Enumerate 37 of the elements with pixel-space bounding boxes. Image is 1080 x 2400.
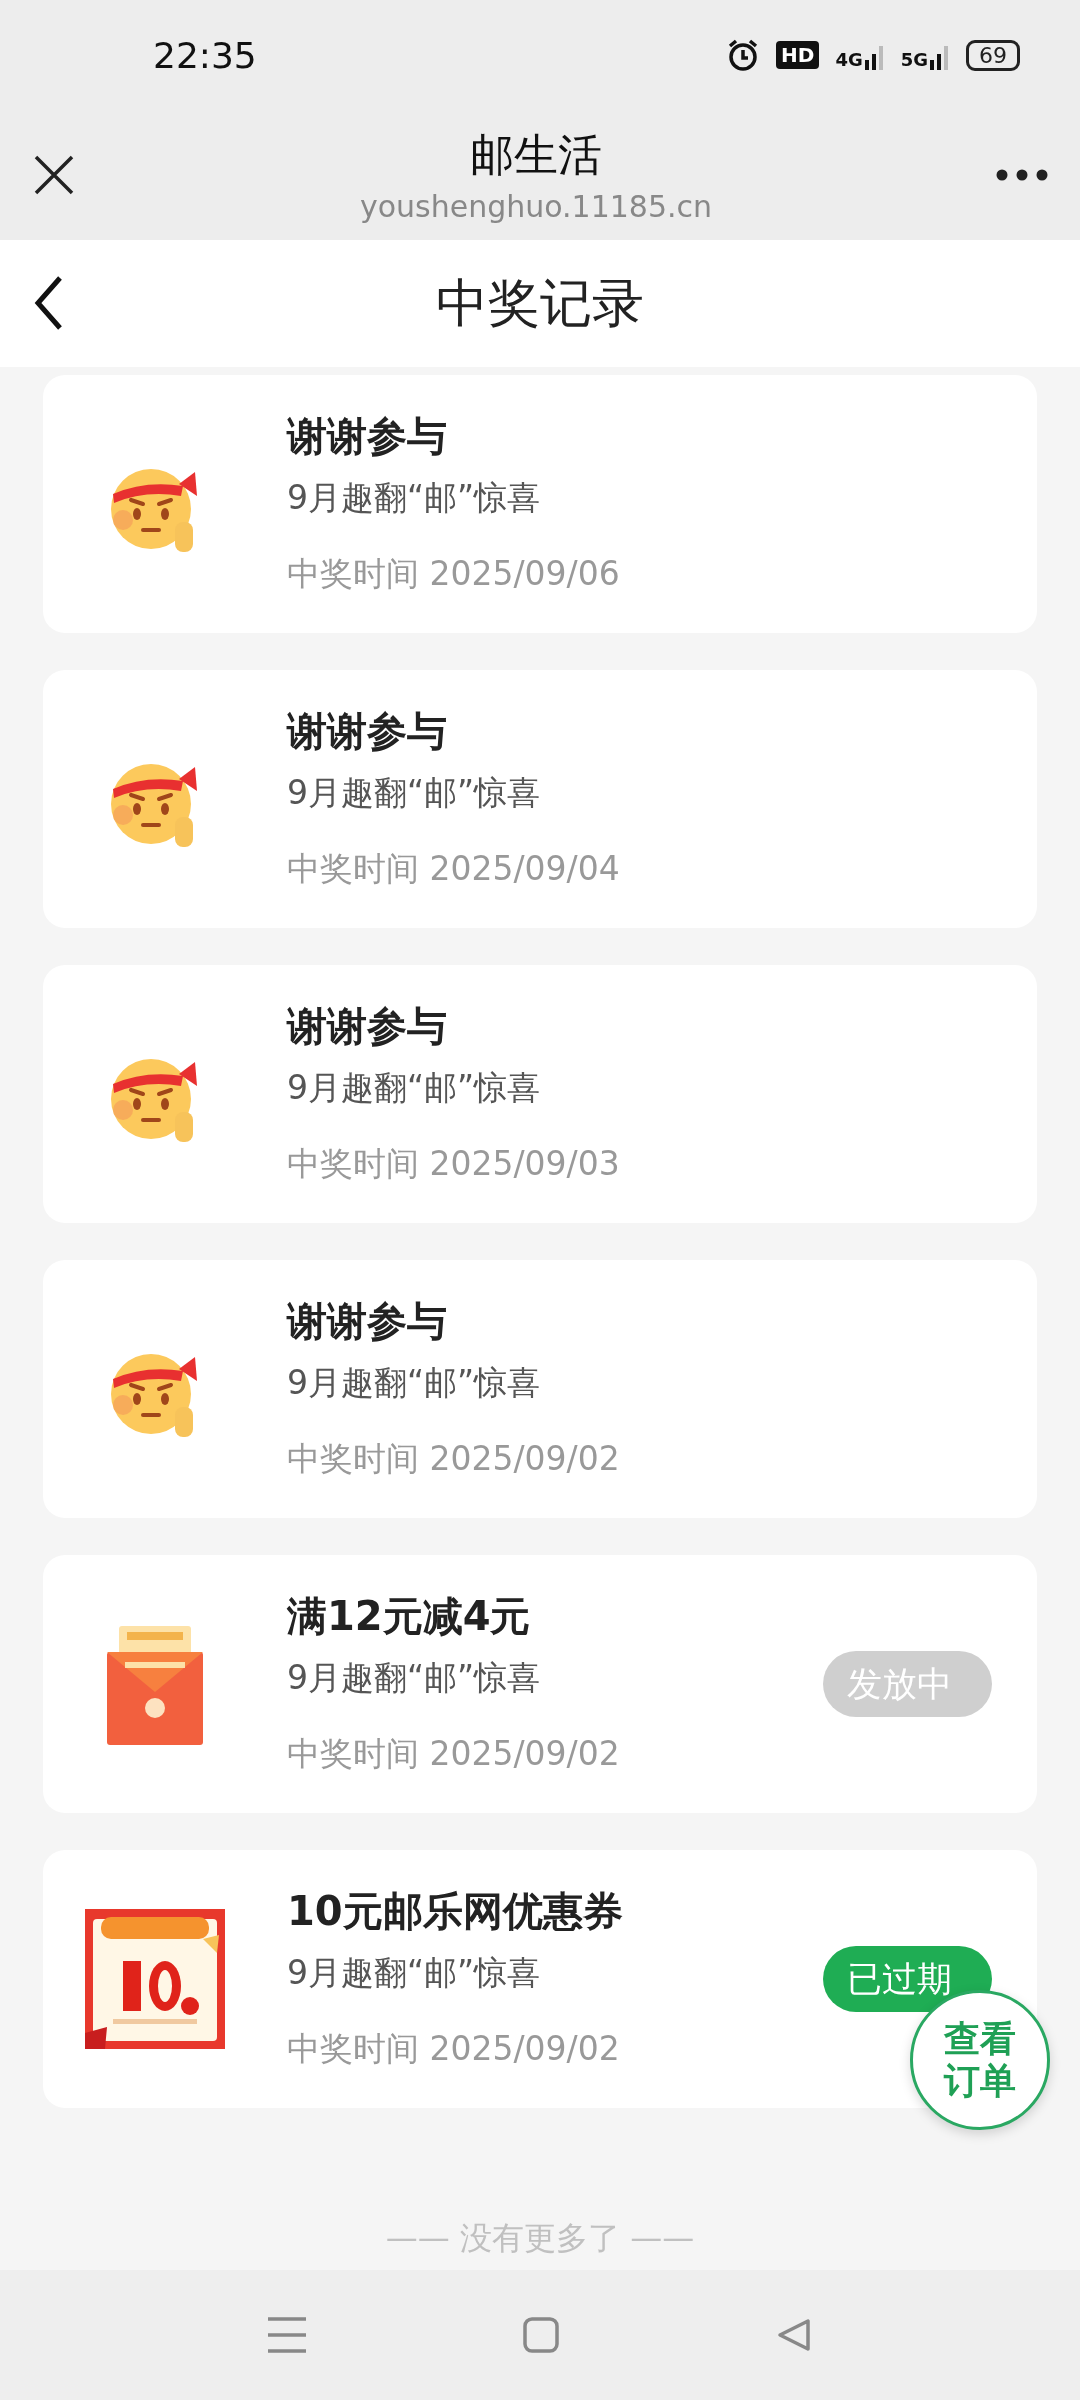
battery-indicator: 69: [966, 39, 1020, 71]
win-date: 中奖时间 2025/09/02: [287, 2028, 621, 2070]
campaign-name: 9月趣翻“邮”惊喜: [287, 1362, 542, 1404]
prize-title: 谢谢参与: [287, 412, 448, 461]
status-badge: 已过期: [823, 1946, 992, 2012]
hd-voice-icon: HD: [776, 41, 820, 69]
close-button[interactable]: [32, 153, 76, 197]
home-button[interactable]: [523, 2317, 559, 2353]
page-title: 中奖记录: [436, 271, 644, 335]
campaign-name: 9月趣翻“邮”惊喜: [287, 1952, 542, 1994]
menu-icon: [268, 2317, 307, 2353]
prize-title: 谢谢参与: [287, 1002, 448, 1051]
win-date: 中奖时间 2025/09/06: [287, 553, 621, 595]
campaign-name: 9月趣翻“邮”惊喜: [287, 1067, 542, 1109]
campaign-name: 9月趣翻“邮”惊喜: [287, 772, 542, 814]
signal-indicator: 4G: [835, 40, 885, 70]
square-icon: [523, 2317, 559, 2353]
prize-title: 谢谢参与: [287, 707, 448, 756]
prize-title: 谢谢参与: [287, 1297, 448, 1346]
campaign-name: 9月趣翻“邮”惊喜: [287, 477, 542, 519]
more-button[interactable]: [996, 168, 1048, 182]
browser-title: 邮生活: [470, 128, 602, 182]
clock-time: 22:35: [153, 34, 258, 76]
page-url: youshenghuo.11185.cn: [359, 189, 713, 224]
win-date: 中奖时间 2025/09/02: [287, 1438, 621, 1480]
win-date: 中奖时间 2025/09/03: [287, 1143, 621, 1185]
triangle-icon: [775, 2317, 812, 2353]
prize-title: 10元邮乐网优惠券: [287, 1887, 624, 1936]
campaign-name: 9月趣翻“邮”惊喜: [287, 1657, 542, 1699]
back-nav-button[interactable]: [775, 2317, 812, 2353]
menu-button[interactable]: [268, 2317, 307, 2353]
win-date: 中奖时间 2025/09/04: [287, 848, 621, 890]
signal-indicator: 5G: [900, 40, 950, 70]
close-icon: [32, 153, 76, 197]
prize-title: 满12元减4元: [287, 1592, 532, 1641]
more-icon: [996, 168, 1048, 182]
win-date: 中奖时间 2025/09/02: [287, 1733, 621, 1775]
